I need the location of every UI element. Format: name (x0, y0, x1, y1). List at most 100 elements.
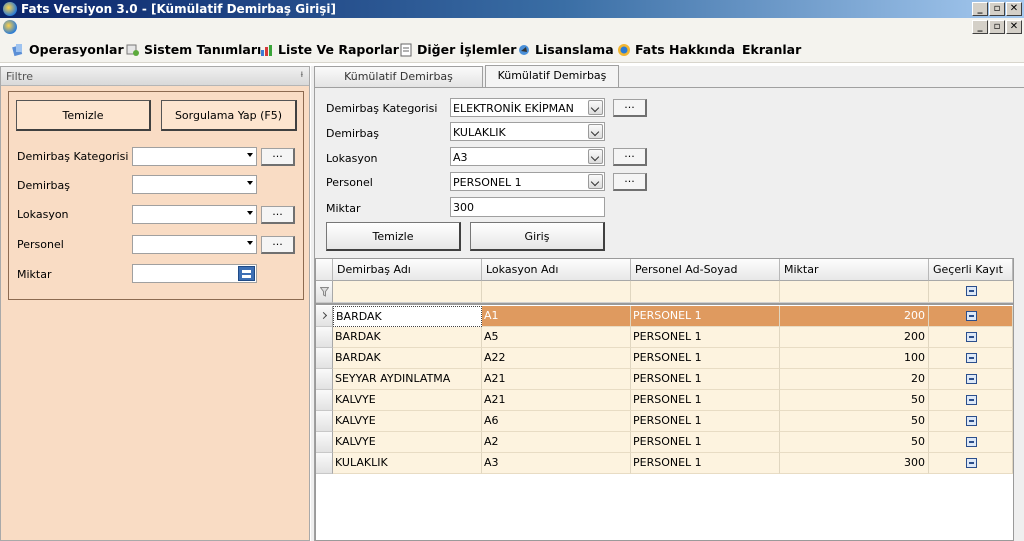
calculator-icon[interactable] (238, 266, 255, 281)
menu-lisanslama[interactable]: Lisanslama (515, 41, 614, 59)
chevron-down-icon[interactable] (588, 149, 603, 164)
category-browse-button[interactable]: ... (613, 99, 647, 117)
cell-location[interactable]: A6 (482, 411, 631, 432)
cell-personnel[interactable]: PERSONEL 1 (631, 411, 780, 432)
filter-cell-valid[interactable] (929, 281, 1013, 303)
column-header-personnel[interactable]: Personel Ad-Soyad (631, 259, 780, 281)
cell-asset[interactable]: KALVYE (333, 390, 482, 411)
filter-personnel-browse-button[interactable]: ... (261, 236, 295, 254)
personnel-browse-button[interactable]: ... (613, 173, 647, 191)
cell-asset[interactable]: KULAKLIK (333, 453, 482, 474)
menu-fats-hakkinda[interactable]: Fats Hakkında (615, 41, 735, 59)
column-header-quantity[interactable]: Miktar (780, 259, 929, 281)
cell-valid[interactable] (929, 369, 1013, 390)
menu-ekranlar[interactable]: Ekranlar (722, 41, 801, 59)
cell-location[interactable]: A1 (482, 306, 631, 327)
mdi-minimize-button[interactable]: _ (972, 20, 988, 34)
mdi-restore-button[interactable]: ▫ (989, 20, 1005, 34)
filter-quantity-input[interactable] (132, 264, 257, 283)
row-indicator[interactable] (316, 348, 333, 369)
cell-quantity[interactable]: 100 (780, 348, 929, 369)
menu-diger-islemler[interactable]: Diğer İşlemler (397, 41, 516, 59)
cell-valid[interactable] (929, 453, 1013, 474)
filter-query-button[interactable]: Sorgulama Yap (F5) (161, 100, 297, 131)
chevron-down-icon[interactable] (588, 174, 603, 189)
cell-personnel[interactable]: PERSONEL 1 (631, 432, 780, 453)
cell-personnel[interactable]: PERSONEL 1 (631, 327, 780, 348)
tab-entry[interactable]: Kümülatif Demirbaş Girişi (485, 65, 619, 101)
menu-operasyonlar[interactable]: Operasyonlar (9, 41, 124, 59)
filter-cell-asset[interactable] (333, 281, 482, 303)
mdi-close-button[interactable]: ✕ (1006, 20, 1022, 34)
location-combo[interactable]: A3 (450, 147, 605, 166)
cell-quantity[interactable]: 50 (780, 390, 929, 411)
column-header-valid[interactable]: Geçerli Kayıt (929, 259, 1013, 281)
cell-asset[interactable]: KALVYE (333, 411, 482, 432)
checkbox-icon[interactable] (966, 458, 977, 468)
pin-icon[interactable]: ᵼ (301, 69, 303, 80)
cell-location[interactable]: A3 (482, 453, 631, 474)
category-combo[interactable]: ELEKTRONİK EKİPMAN (450, 98, 605, 117)
cell-valid[interactable] (929, 327, 1013, 348)
cell-location[interactable]: A22 (482, 348, 631, 369)
cell-location[interactable]: A21 (482, 390, 631, 411)
close-button[interactable]: ✕ (1006, 2, 1022, 16)
filter-asset-combo[interactable] (132, 175, 257, 194)
cell-quantity[interactable]: 50 (780, 411, 929, 432)
submit-button[interactable]: Giriş (470, 222, 605, 251)
column-header-location[interactable]: Lokasyon Adı (482, 259, 631, 281)
cell-location[interactable]: A5 (482, 327, 631, 348)
checkbox-icon[interactable] (966, 332, 977, 342)
chevron-down-icon[interactable] (588, 100, 603, 115)
cell-quantity[interactable]: 20 (780, 369, 929, 390)
filter-cell-personnel[interactable] (631, 281, 780, 303)
filter-cell-quantity[interactable] (780, 281, 929, 303)
cell-asset[interactable]: BARDAK (333, 348, 482, 369)
filter-location-browse-button[interactable]: ... (261, 206, 295, 224)
menu-sistem-tanimlari[interactable]: Sistem Tanımları (124, 41, 261, 59)
cell-asset[interactable]: BARDAK (333, 306, 482, 327)
quantity-input[interactable]: 300 (450, 197, 605, 217)
cell-personnel[interactable]: PERSONEL 1 (631, 453, 780, 474)
asset-combo[interactable]: KULAKLIK (450, 122, 605, 141)
row-indicator[interactable] (316, 453, 333, 474)
cell-asset[interactable]: KALVYE (333, 432, 482, 453)
cell-quantity[interactable]: 200 (780, 306, 929, 327)
row-indicator[interactable] (316, 432, 333, 453)
minimize-button[interactable]: _ (972, 2, 988, 16)
filter-category-browse-button[interactable]: ... (261, 148, 295, 166)
checkbox-icon[interactable] (966, 286, 977, 296)
clear-button[interactable]: Temizle (326, 222, 461, 251)
location-browse-button[interactable]: ... (613, 148, 647, 166)
row-indicator[interactable] (316, 411, 333, 432)
checkbox-icon[interactable] (966, 416, 977, 426)
cell-asset[interactable]: BARDAK (333, 327, 482, 348)
checkbox-icon[interactable] (966, 374, 977, 384)
cell-quantity[interactable]: 300 (780, 453, 929, 474)
cell-valid[interactable] (929, 390, 1013, 411)
row-indicator[interactable] (316, 327, 333, 348)
cell-quantity[interactable]: 200 (780, 327, 929, 348)
column-header-asset[interactable]: Demirbaş Adı (333, 259, 482, 281)
cell-valid[interactable] (929, 348, 1013, 369)
row-indicator[interactable] (316, 306, 333, 327)
cell-valid[interactable] (929, 432, 1013, 453)
cell-quantity[interactable]: 50 (780, 432, 929, 453)
cell-personnel[interactable]: PERSONEL 1 (631, 369, 780, 390)
filter-cell-location[interactable] (482, 281, 631, 303)
checkbox-icon[interactable] (966, 311, 977, 321)
filter-personnel-combo[interactable] (132, 235, 257, 254)
filter-location-combo[interactable] (132, 205, 257, 224)
row-indicator[interactable] (316, 369, 333, 390)
row-indicator[interactable] (316, 390, 333, 411)
filter-category-combo[interactable] (132, 147, 257, 166)
cell-location[interactable]: A2 (482, 432, 631, 453)
cell-valid[interactable] (929, 306, 1013, 327)
cell-personnel[interactable]: PERSONEL 1 (631, 306, 780, 327)
cell-personnel[interactable]: PERSONEL 1 (631, 348, 780, 369)
restore-button[interactable]: ▫ (989, 2, 1005, 16)
filter-clear-button[interactable]: Temizle (16, 100, 151, 131)
chevron-down-icon[interactable] (588, 124, 603, 139)
checkbox-icon[interactable] (966, 395, 977, 405)
cell-valid[interactable] (929, 411, 1013, 432)
